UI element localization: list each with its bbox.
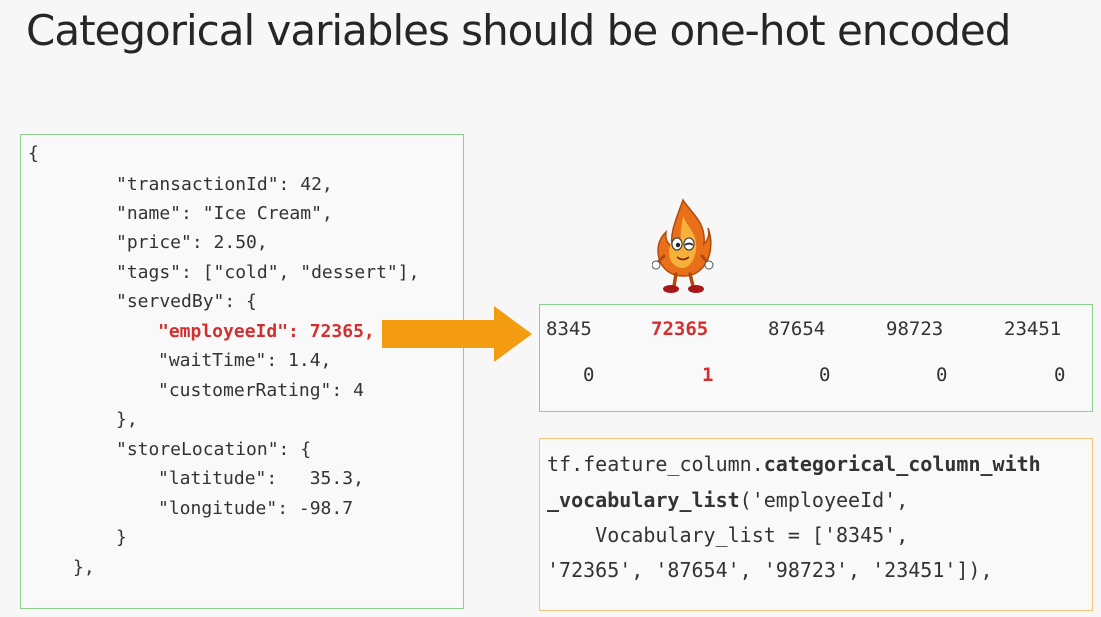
- code-line-4: '72365', '87654', '98723', '23451']),: [547, 558, 993, 582]
- json-line: "latitude": 35.3,: [158, 468, 364, 489]
- encoding-cell-highlight: 1: [702, 364, 714, 386]
- code-line-3: Vocabulary_list = ['8345',: [547, 523, 909, 547]
- json-line: }: [116, 527, 127, 548]
- encoding-cell: 0: [819, 364, 831, 386]
- code-function-name: categorical_column_with: [763, 452, 1041, 476]
- vocab-cell: 23451: [1004, 318, 1062, 340]
- slide-title: Categorical variables should be one-hot …: [26, 6, 1011, 55]
- code-function-name: _vocabulary_list: [547, 488, 740, 512]
- json-line: "servedBy": {: [116, 291, 257, 312]
- json-line: "waitTime": 1.4,: [158, 350, 332, 371]
- json-line: "name": "Ice Cream",: [116, 203, 333, 224]
- code-snippet-box: tf.feature_column.categorical_column_wit…: [539, 438, 1093, 611]
- json-line: "storeLocation": {: [116, 439, 312, 460]
- code-text: ('employeeId',: [739, 488, 909, 512]
- encoding-cell: 0: [1054, 364, 1066, 386]
- vocab-cell-highlight: 72365: [651, 318, 709, 340]
- json-line: "longitude": -98.7: [158, 498, 354, 519]
- vocab-cell: 87654: [768, 318, 826, 340]
- encoding-cell: 0: [936, 364, 948, 386]
- encoding-cell: 0: [583, 364, 595, 386]
- json-line-employee-id: "employeeId": 72365,: [158, 321, 375, 342]
- code-text: tf.feature_column.: [547, 452, 764, 476]
- flame-mascot-icon: [652, 198, 714, 293]
- json-example-box: { "transactionId": 42, "name": "Ice Crea…: [20, 134, 464, 609]
- json-line: {: [28, 143, 39, 164]
- json-line: "transactionId": 42,: [116, 174, 333, 195]
- code-line-1: tf.feature_column.categorical_column_wit…: [547, 453, 1041, 475]
- code-line-2: _vocabulary_list('employeeId',: [547, 489, 908, 511]
- right-arrow-icon: [382, 306, 532, 362]
- json-line: "price": 2.50,: [116, 232, 268, 253]
- vocab-cell: 8345: [546, 318, 592, 340]
- json-line: },: [116, 409, 138, 430]
- one-hot-table: 8345 72365 87654 98723 23451 0 1 0 0 0: [539, 304, 1093, 412]
- json-line: "customerRating": 4: [158, 380, 364, 401]
- json-line: "tags": ["cold", "dessert"],: [116, 262, 420, 283]
- vocab-cell: 98723: [886, 318, 944, 340]
- json-line: },: [73, 557, 95, 578]
